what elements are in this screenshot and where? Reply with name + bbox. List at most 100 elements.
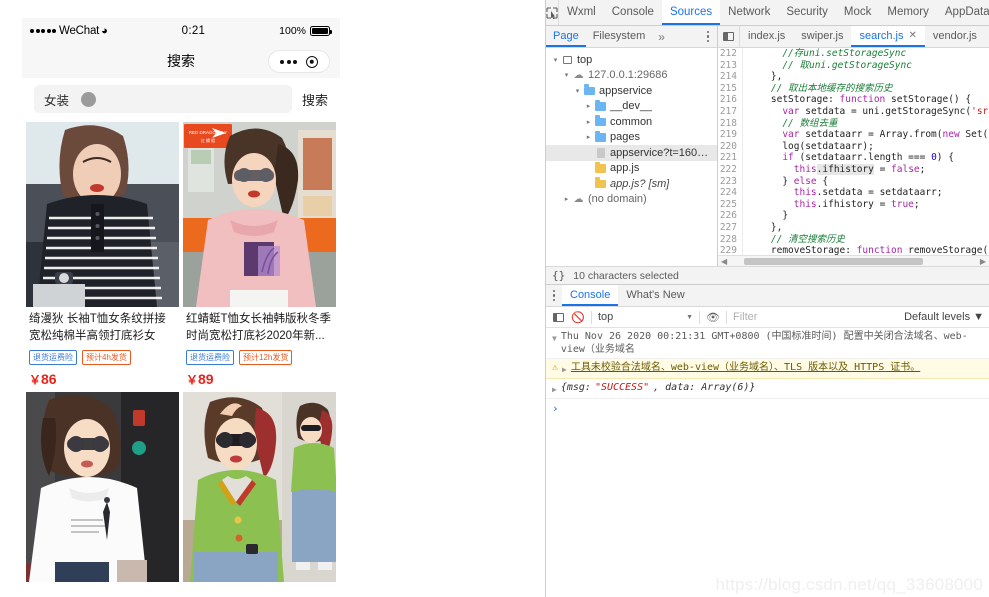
tree-node-pages[interactable]: ▸ pages — [546, 130, 717, 146]
code-line: 216 setStorage: function setStorage() { — [718, 94, 989, 106]
tab-security[interactable]: Security — [778, 0, 836, 25]
code-text[interactable]: // 取出本地缓存的搜索历史 — [743, 83, 893, 95]
product-image-striped-top[interactable] — [26, 122, 179, 307]
product-card[interactable]: +凯芙琳+ — [26, 392, 179, 593]
scroll-right-icon[interactable]: ▶ — [980, 257, 986, 266]
wechat-capsule-button[interactable] — [268, 50, 330, 73]
code-text[interactable]: // 数组去重 — [743, 118, 837, 130]
triangle-down-icon[interactable]: ▼ — [552, 330, 557, 345]
inspect-element-icon[interactable] — [546, 0, 559, 25]
code-text[interactable]: } else { — [743, 176, 828, 188]
twisty-icon[interactable]: ▸ — [561, 195, 572, 203]
console-context-selector[interactable]: top ▼ — [598, 311, 693, 323]
close-icon[interactable]: ✕ — [909, 30, 917, 41]
product-image-white-top[interactable]: +凯芙琳+ — [26, 392, 179, 582]
target-icon[interactable] — [305, 55, 318, 68]
clear-console-icon[interactable]: 🚫 — [571, 311, 585, 324]
tab-memory[interactable]: Memory — [879, 0, 937, 25]
code-line: 228 // 清空搜索历史 — [718, 233, 989, 246]
code-token: // 取出本地缓存的搜索历史 — [770, 82, 893, 94]
live-expression-icon[interactable]: 👁 — [706, 311, 720, 324]
console-sidebar-icon[interactable] — [551, 312, 565, 322]
twisty-icon[interactable]: ▾ — [572, 87, 583, 95]
twisty-icon[interactable]: ▾ — [550, 56, 561, 64]
tree-node-app-js-sourcemap[interactable]: app.js? [sm] — [546, 176, 717, 192]
code-content[interactable]: 212 //存uni.setStorageSync 213 // 取uni.get… — [718, 48, 989, 255]
code-text[interactable]: }, — [743, 71, 782, 83]
code-text[interactable]: log(setdataarr); — [743, 141, 874, 153]
product-card[interactable]: RED DRAGONFLY 红 蜻 蜓 红蜻蜓T恤女长袖韩版秋冬季时尚宽松打底衫… — [183, 122, 336, 388]
tab-sources[interactable]: Sources — [661, 0, 721, 25]
tree-node-dev[interactable]: ▸ __dev__ — [546, 99, 717, 115]
twisty-icon[interactable]: ▸ — [583, 133, 594, 141]
file-tab-swiper-js[interactable]: swiper.js — [793, 26, 851, 47]
console-message-info[interactable]: ▼ Thu Nov 26 2020 00:21:31 GMT+0800 (中国标… — [546, 328, 989, 359]
product-image-green-cardigan[interactable] — [183, 392, 336, 582]
triangle-right-icon[interactable]: ▶ — [562, 361, 567, 376]
subtab-filesystem[interactable]: Filesystem — [586, 26, 653, 47]
code-text[interactable]: var setdataarr = Array.from(new Set(setd… — [743, 129, 989, 141]
folder-icon — [594, 99, 607, 111]
twisty-icon[interactable]: ▸ — [583, 118, 594, 126]
tab-wxml[interactable]: Wxml — [559, 0, 604, 25]
scrollbar-track[interactable] — [729, 257, 978, 265]
twisty-icon[interactable]: ▾ — [561, 71, 572, 79]
product-image-pink-sweatshirt[interactable]: RED DRAGONFLY 红 蜻 蜓 — [183, 122, 336, 307]
code-text[interactable]: //存uni.setStorageSync — [743, 48, 906, 60]
tab-appdata[interactable]: AppData — [937, 0, 989, 25]
twisty-icon[interactable]: ▸ — [583, 102, 594, 110]
editor-horizontal-scrollbar[interactable]: ◀ ▶ — [718, 255, 989, 266]
file-tab-index-js[interactable]: index.js — [740, 26, 793, 47]
drawer-tab-whats-new[interactable]: What's New — [618, 285, 692, 306]
chevron-down-icon[interactable]: ▼ — [973, 311, 984, 323]
tab-network[interactable]: Network — [720, 0, 778, 25]
console-filter-input[interactable]: Filter — [733, 311, 898, 323]
more-vertical-icon[interactable] — [546, 285, 562, 306]
tree-node-appservice[interactable]: ▾ appservice — [546, 83, 717, 99]
screenshot-root: WeChat ◕ 0:21 100% 搜索 女装 搜索 绮漫狄 长袖T恤女条纹拼… — [0, 0, 989, 597]
pretty-print-icon[interactable]: {} — [552, 269, 565, 282]
code-text[interactable]: } — [743, 210, 788, 222]
code-text[interactable]: this.setdata = setdataarr; — [743, 187, 943, 199]
tree-node-appservice-file[interactable]: appservice?t=160632127824 — [546, 145, 717, 161]
tree-node-no-domain[interactable]: ▸ ☁ (no domain) — [546, 192, 717, 208]
console-message-warning[interactable]: ⚠ ▶ 工具未校验合法域名、web-view（业务域名）、TLS 版本以及 HT… — [546, 359, 989, 379]
product-card[interactable]: 绮漫狄 长袖T恤女条纹拼接宽松纯棉半高领打底衫女202... 退货运费险 预计4… — [26, 122, 179, 388]
code-text[interactable]: this.ifhistory = false; — [743, 163, 925, 176]
file-tab-vendor-js[interactable]: vendor.js — [925, 26, 985, 47]
striped-top-illustration — [26, 122, 179, 307]
drawer-tab-console[interactable]: Console — [562, 285, 619, 306]
tab-mock[interactable]: Mock — [836, 0, 879, 25]
tab-console[interactable]: Console — [604, 0, 662, 25]
tree-node-origin[interactable]: ▾ ☁ 127.0.0.1:29686 — [546, 68, 717, 84]
code-text[interactable]: // 取uni.getStorageSync — [743, 60, 912, 72]
tree-node-app-js[interactable]: app.js — [546, 161, 717, 177]
code-text[interactable]: this.ifhistory = true; — [743, 199, 920, 211]
console-levels-dropdown[interactable]: Default levels ▼ — [904, 311, 984, 323]
scrollbar-thumb[interactable] — [744, 257, 924, 265]
code-text[interactable]: // 清空搜索历史 — [743, 234, 845, 246]
code-text[interactable]: }, — [743, 222, 782, 234]
code-text[interactable]: removeStorage: function removeStorage() … — [743, 245, 989, 255]
more-dots-icon[interactable] — [280, 59, 298, 64]
line-number: 217 — [718, 105, 743, 118]
show-navigator-icon[interactable] — [718, 26, 740, 47]
chevron-down-icon[interactable]: ▼ — [686, 314, 693, 321]
code-text[interactable]: if (setdataarr.length === 0) { — [743, 152, 954, 164]
tree-node-common[interactable]: ▸ common — [546, 114, 717, 130]
code-text[interactable]: setStorage: function setStorage() { — [743, 94, 971, 106]
console-prompt[interactable]: › — [546, 399, 989, 418]
tree-node-top[interactable]: ▾ top — [546, 52, 717, 68]
search-button[interactable]: 搜索 — [302, 90, 330, 109]
more-vertical-icon[interactable] — [703, 26, 714, 47]
subtab-page[interactable]: Page — [546, 26, 586, 47]
triangle-right-icon[interactable]: ▶ — [552, 381, 557, 396]
file-tab-label: vendor.js — [932, 29, 977, 42]
product-card[interactable] — [183, 392, 336, 593]
scroll-left-icon[interactable]: ◀ — [721, 257, 727, 266]
more-tabs-chevron-icon[interactable]: » — [652, 26, 671, 47]
file-tab-search-js[interactable]: search.js ✕ — [851, 26, 925, 47]
console-message-object[interactable]: ▶ {msg: "SUCCESS" , data: Array(6)} — [546, 379, 989, 399]
search-input[interactable]: 女装 — [34, 85, 292, 113]
code-text[interactable]: var setdata = uni.getStorageSync('srarch… — [743, 106, 989, 118]
